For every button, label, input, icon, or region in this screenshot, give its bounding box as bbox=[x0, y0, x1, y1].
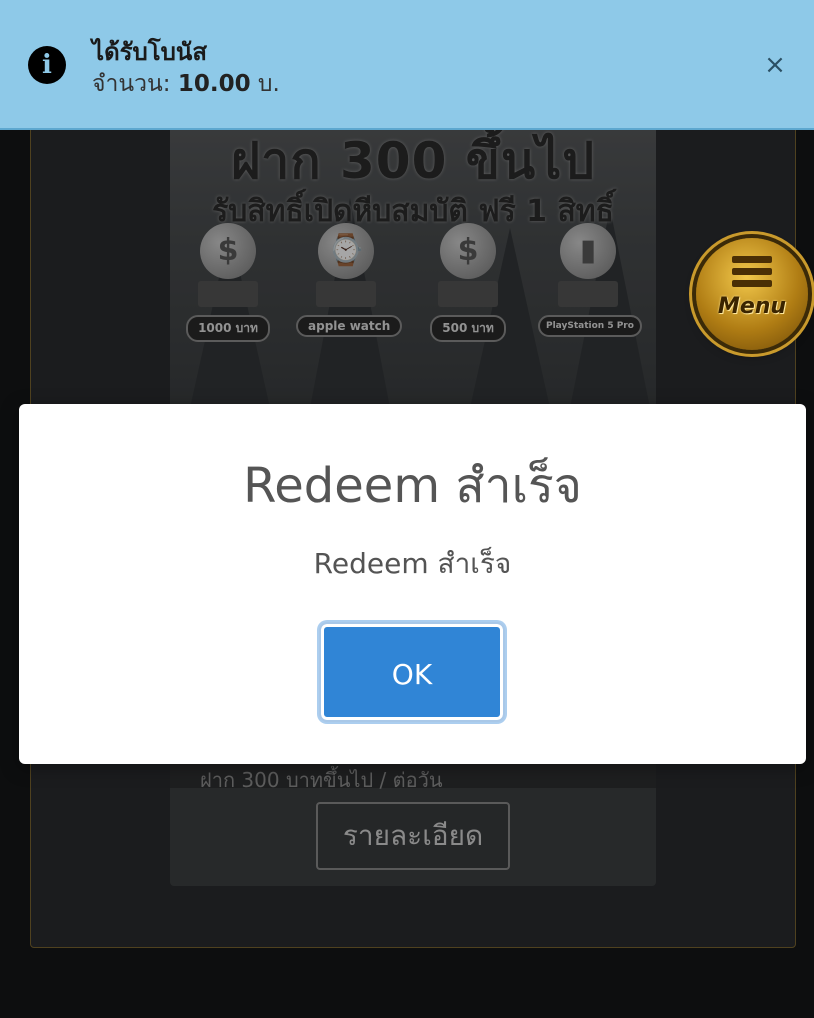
dialog-title: Redeem สำเร็จ bbox=[243, 458, 582, 514]
bonus-toast: i ได้รับโบนัส จำนวน: 10.00 บ. × bbox=[0, 0, 814, 130]
dialog-message: Redeem สำเร็จ bbox=[313, 547, 512, 580]
info-icon: i bbox=[28, 46, 66, 84]
toast-amount: จำนวน: 10.00 บ. bbox=[92, 66, 280, 102]
amount-unit: บ. bbox=[257, 71, 280, 97]
hamburger-icon bbox=[732, 256, 772, 290]
ok-button[interactable]: OK bbox=[319, 622, 505, 722]
close-icon[interactable]: × bbox=[762, 50, 788, 80]
menu-label: Menu bbox=[717, 294, 787, 319]
redeem-success-dialog: Redeem สำเร็จ Redeem สำเร็จ OK bbox=[19, 404, 806, 764]
amount-label: จำนวน: bbox=[92, 71, 171, 97]
menu-button[interactable]: Menu bbox=[696, 238, 808, 350]
amount-value: 10.00 bbox=[177, 71, 251, 97]
